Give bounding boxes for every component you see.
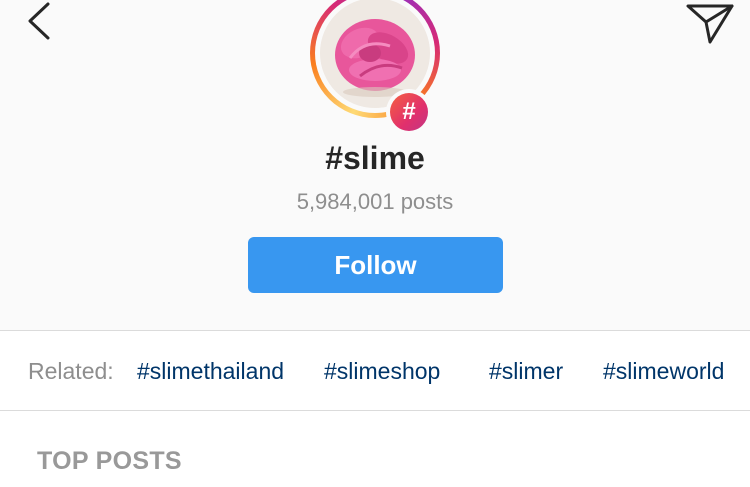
share-button[interactable] [684, 0, 736, 46]
top-posts-heading: TOP POSTS [37, 447, 182, 475]
paper-plane-icon [686, 4, 734, 44]
follow-button[interactable]: Follow [248, 237, 503, 293]
hashtag-badge: # [386, 89, 432, 135]
related-tag-link[interactable]: #slimethailand [137, 332, 284, 411]
related-tag-link[interactable]: #slimeworld [603, 332, 724, 411]
hashtag-title: #slime [325, 140, 425, 176]
related-label: Related: [28, 358, 114, 384]
hashtag-header: # #slime 5,984,001 posts Follow [0, 0, 750, 331]
hash-icon: # [390, 93, 428, 131]
back-button[interactable] [22, 0, 62, 44]
related-tag-link[interactable]: #slimeshop [324, 332, 440, 411]
related-tag-link[interactable]: #slimer [489, 332, 563, 411]
post-count: 5,984,001 posts [296, 189, 454, 214]
related-hashtags: Related: #slimethailand #slimeshop #slim… [0, 332, 750, 411]
chevron-left-icon [28, 2, 50, 40]
